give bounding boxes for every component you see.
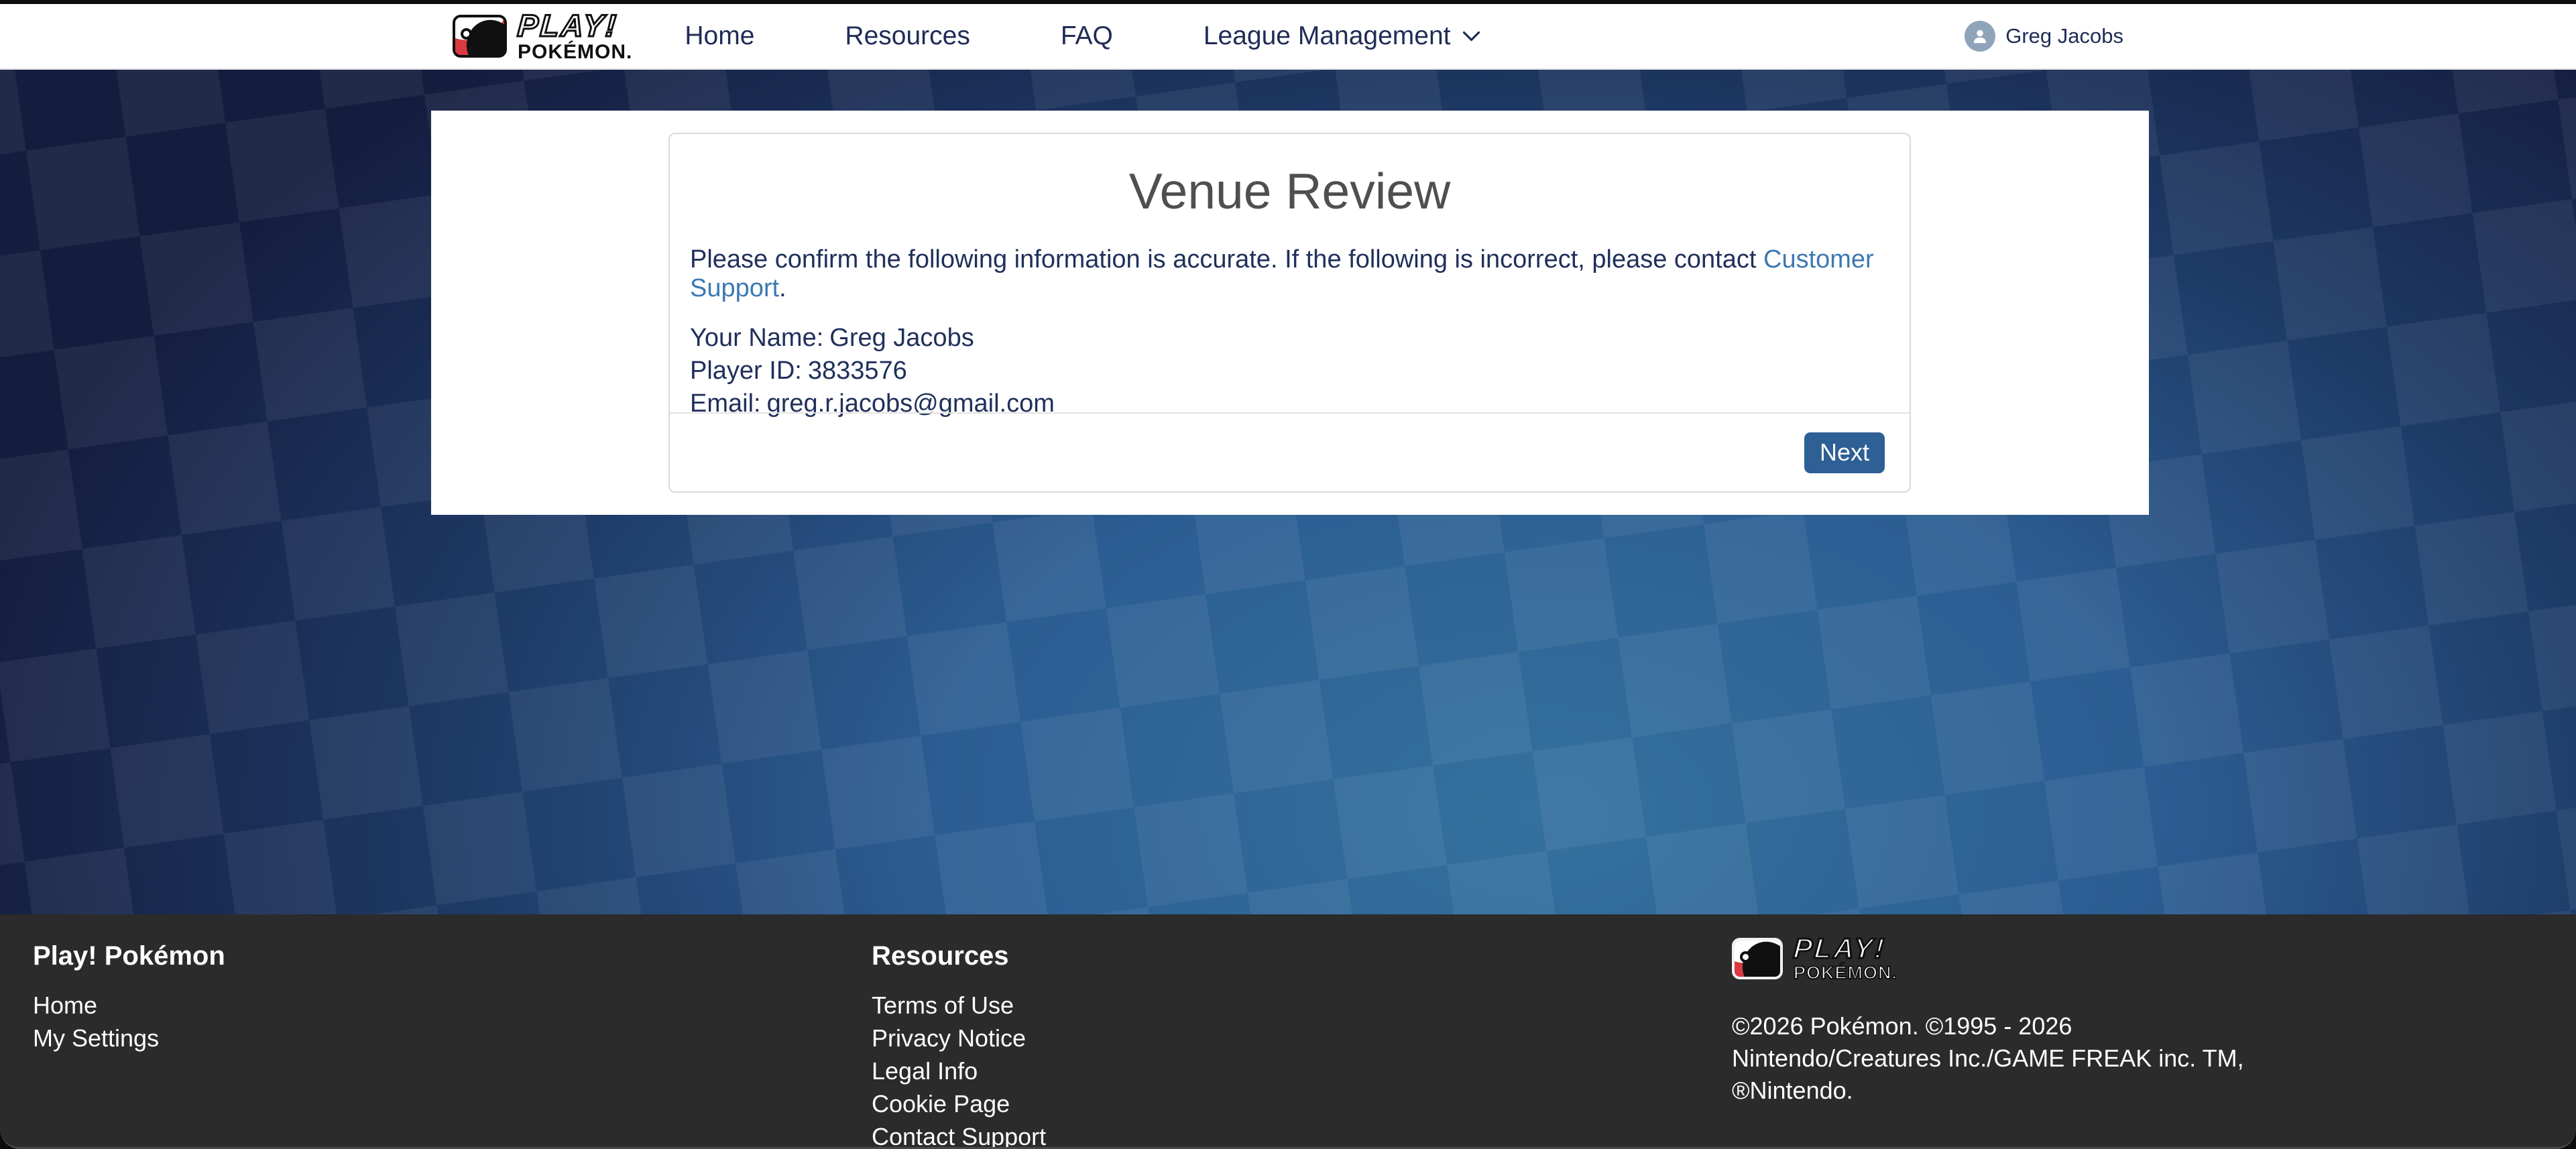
footer-logo-pokemon-text: POKÉMON. — [1794, 964, 1897, 982]
footer: Play! Pokémon Home My Settings Resources… — [0, 914, 2576, 1149]
nav-item-home[interactable]: Home — [685, 21, 754, 51]
venue-review-card: Venue Review Please confirm the followin… — [668, 133, 1911, 493]
copyright-line-3: ®Nintendo. — [1732, 1075, 2576, 1107]
intro-text: Please confirm the following information… — [690, 245, 1889, 303]
navbar-inner: PLAY! POKÉMON. Home Resources FAQ League… — [453, 4, 2123, 68]
footer-link-contact-support[interactable]: Contact Support — [872, 1120, 1732, 1149]
card-footer: Next — [670, 412, 1910, 491]
content-panel: Venue Review Please confirm the followin… — [431, 111, 2149, 515]
intro-text-before: Please confirm the following information… — [690, 245, 1763, 274]
footer-play-pokemon-logo-icon — [1732, 938, 1783, 979]
next-button[interactable]: Next — [1804, 432, 1885, 473]
footer-link-privacy-notice[interactable]: Privacy Notice — [872, 1022, 1732, 1054]
play-pokemon-logo-icon — [453, 15, 507, 58]
user-menu[interactable]: Greg Jacobs — [1965, 21, 2123, 52]
footer-link-home[interactable]: Home — [33, 989, 872, 1022]
copyright-text: ©2026 Pokémon. ©1995 - 2026 Nintendo/Cre… — [1732, 1010, 2576, 1107]
nav-item-league-management[interactable]: League Management — [1204, 21, 1481, 51]
nav-item-faq[interactable]: FAQ — [1061, 21, 1113, 51]
player-info: Your Name:Greg Jacobs Player ID:3833576 … — [690, 322, 1889, 420]
player-id-line: Player ID:3833576 — [690, 355, 1889, 387]
page-title: Venue Review — [690, 162, 1889, 220]
play-pokemon-logo[interactable]: PLAY! POKÉMON. — [453, 10, 632, 62]
footer-brand-heading: Play! Pokémon — [33, 941, 872, 971]
player-name-label: Your Name: — [690, 324, 823, 352]
footer-play-pokemon-logo-text: PLAY! POKÉMON. — [1794, 934, 1897, 982]
chevron-down-icon — [1462, 31, 1480, 42]
footer-resources-column: Resources Terms of Use Privacy Notice Le… — [872, 914, 1732, 1149]
footer-link-terms-of-use[interactable]: Terms of Use — [872, 989, 1732, 1022]
footer-link-cookie-page[interactable]: Cookie Page — [872, 1087, 1732, 1120]
nav-item-resources[interactable]: Resources — [845, 21, 970, 51]
user-name: Greg Jacobs — [2005, 24, 2123, 48]
footer-legal-column: PLAY! POKÉMON. ©2026 Pokémon. ©1995 - 20… — [1732, 914, 2576, 1149]
footer-logo-play-text: PLAY! — [1793, 934, 1899, 963]
copyright-line-2: Nintendo/Creatures Inc./GAME FREAK inc. … — [1732, 1042, 2576, 1075]
player-name-value: Greg Jacobs — [829, 324, 974, 352]
footer-link-legal-info[interactable]: Legal Info — [872, 1054, 1732, 1087]
pokeball-icon — [461, 28, 472, 40]
logo-play-text: PLAY! — [516, 10, 634, 41]
footer-brand-column: Play! Pokémon Home My Settings — [33, 914, 872, 1149]
person-icon — [1971, 27, 1989, 46]
intro-text-after: . — [779, 274, 786, 302]
pokeball-icon — [1740, 951, 1751, 963]
footer-resources-heading: Resources — [872, 941, 1732, 971]
player-id-label: Player ID: — [690, 357, 802, 385]
copyright-line-1: ©2026 Pokémon. ©1995 - 2026 — [1732, 1010, 2576, 1042]
checkered-background: Venue Review Please confirm the followin… — [0, 70, 2576, 914]
footer-link-my-settings[interactable]: My Settings — [33, 1022, 872, 1054]
play-pokemon-logo-text: PLAY! POKÉMON. — [518, 10, 632, 62]
nav-links: Home Resources FAQ League Management — [685, 21, 1480, 51]
card-body: Venue Review Please confirm the followin… — [670, 134, 1910, 420]
page: PLAY! POKÉMON. Home Resources FAQ League… — [0, 0, 2576, 1149]
player-name-line: Your Name:Greg Jacobs — [690, 322, 1889, 355]
footer-play-pokemon-logo[interactable]: PLAY! POKÉMON. — [1732, 934, 2576, 982]
nav-item-league-management-label: League Management — [1204, 21, 1451, 51]
player-id-value: 3833576 — [808, 357, 907, 385]
logo-pokemon-text: POKÉMON. — [518, 42, 632, 62]
avatar — [1965, 21, 1995, 52]
navbar: PLAY! POKÉMON. Home Resources FAQ League… — [0, 4, 2576, 70]
